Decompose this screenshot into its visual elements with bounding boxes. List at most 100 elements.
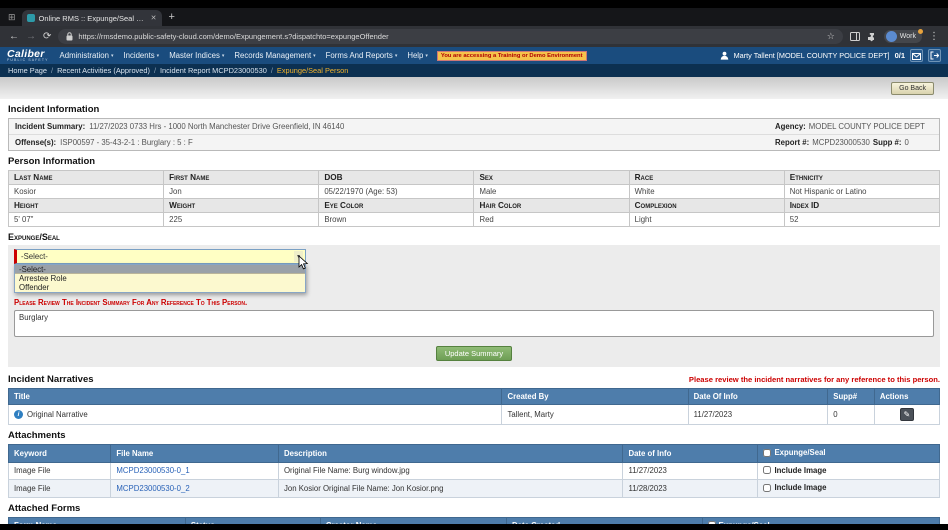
narratives-table: Title Created By Date Of Info Supp# Acti… bbox=[8, 388, 940, 425]
breadcrumb-incident-report[interactable]: Incident Report MCPD23000530 bbox=[160, 66, 267, 75]
breadcrumb-current-page: Expunge/Seal Person bbox=[277, 66, 349, 75]
person-field-label: Height bbox=[9, 199, 164, 213]
col-date-of-info[interactable]: Date Of Info bbox=[688, 389, 828, 405]
summary-review-warning: Please Review The Incident Summary For A… bbox=[14, 298, 934, 307]
notification-dot bbox=[918, 29, 923, 34]
logout-button[interactable] bbox=[928, 49, 941, 62]
role-select-dropdown: -Select- Arrestee Role Offender bbox=[14, 264, 306, 293]
person-field-label: Weight bbox=[164, 199, 319, 213]
person-hair-color: Red bbox=[474, 213, 629, 227]
window-titlebar bbox=[0, 0, 948, 8]
caret-down-icon[interactable]: ▾ bbox=[294, 251, 303, 262]
forward-button[interactable]: → bbox=[26, 32, 36, 42]
browser-menu-icon[interactable]: ⋮ bbox=[929, 32, 939, 42]
include-image-checkbox[interactable] bbox=[763, 484, 771, 492]
attachment-date-of-info: 11/28/2023 bbox=[623, 480, 758, 498]
col-date-of-info[interactable]: Date of Info bbox=[623, 445, 758, 463]
incident-information-heading: Incident Information bbox=[8, 104, 940, 115]
tab-close-icon[interactable]: ✕ bbox=[151, 14, 157, 22]
extensions-puzzle-icon[interactable] bbox=[867, 32, 877, 42]
menu-help[interactable]: Help▾ bbox=[407, 51, 428, 60]
back-button[interactable]: ← bbox=[9, 32, 19, 42]
incident-summary-label: Incident Summary: bbox=[15, 122, 85, 131]
tab-strip: ⊞ Online RMS :: Expunge/Seal Offe... ✕ + bbox=[0, 8, 948, 26]
person-field-label: Complexion bbox=[629, 199, 784, 213]
breadcrumb-home-page[interactable]: Home Page bbox=[8, 66, 47, 75]
logout-icon bbox=[930, 48, 939, 63]
menu-label: Forms And Reports bbox=[326, 51, 393, 60]
bookmark-star-icon[interactable]: ☆ bbox=[827, 31, 835, 42]
person-field-label: First Name bbox=[164, 171, 319, 185]
profile-chip[interactable]: Work bbox=[884, 30, 922, 43]
col-supp[interactable]: Supp# bbox=[828, 389, 875, 405]
menu-label: Incidents bbox=[123, 51, 154, 60]
option-offender[interactable]: Offender bbox=[15, 283, 305, 292]
incident-summary-textarea[interactable]: Burglary bbox=[14, 310, 934, 337]
person-complexion: Light bbox=[629, 213, 784, 227]
offense-row: Offense(s): ISP00597 - 35-43-2-1 : Burgl… bbox=[9, 134, 939, 150]
col-creator-name[interactable]: Creator Name bbox=[320, 517, 506, 524]
browser-tab[interactable]: Online RMS :: Expunge/Seal Offe... ✕ bbox=[22, 10, 162, 26]
breadcrumb-separator: / bbox=[271, 66, 273, 75]
browser-window: ⊞ Online RMS :: Expunge/Seal Offe... ✕ +… bbox=[0, 0, 948, 530]
col-title[interactable]: Title bbox=[9, 389, 502, 405]
option-select[interactable]: -Select- bbox=[15, 265, 305, 274]
caret-down-icon: ▾ bbox=[395, 53, 398, 59]
menu-administration[interactable]: Administration▾ bbox=[60, 51, 114, 60]
tab-search-icon[interactable]: ⊞ bbox=[8, 9, 16, 25]
col-actions: Actions bbox=[874, 389, 939, 405]
report-number-value: MCPD23000530 bbox=[812, 138, 870, 147]
offense-value: ISP00597 - 35-43-2-1 : Burglary : 5 : F bbox=[60, 138, 193, 147]
menu-forms-and-reports[interactable]: Forms And Reports▾ bbox=[326, 51, 398, 60]
web-page: Caliber PUBLIC SAFETY Administration▾ In… bbox=[0, 47, 948, 524]
approval-counter[interactable]: 0/1 bbox=[895, 51, 905, 60]
person-ethnicity: Not Hispanic or Latino bbox=[784, 185, 939, 199]
menu-label: Master Indices bbox=[169, 51, 220, 60]
new-tab-button[interactable]: + bbox=[169, 10, 175, 24]
go-back-button[interactable]: Go Back bbox=[891, 82, 934, 95]
col-description[interactable]: Description bbox=[278, 445, 622, 463]
col-date-created[interactable]: Date Created bbox=[507, 517, 703, 524]
attached-forms-heading: Attached Forms bbox=[8, 503, 940, 514]
messages-button[interactable] bbox=[910, 49, 923, 62]
tab-title: Online RMS :: Expunge/Seal Offe... bbox=[39, 14, 147, 23]
logged-in-user[interactable]: Marty Tallent [MODEL COUNTY POLICE DEPT] bbox=[734, 51, 890, 60]
attachments-table: Keyword File Name Description Date of In… bbox=[8, 444, 940, 498]
address-bar[interactable]: https://rmsdemo.public-safety-cloud.com/… bbox=[58, 29, 842, 44]
role-select[interactable]: -Select- ▾ bbox=[14, 249, 306, 264]
col-file-name[interactable]: File Name bbox=[111, 445, 279, 463]
menu-records-management[interactable]: Records Management▾ bbox=[234, 51, 315, 60]
include-image-label: Include Image bbox=[774, 466, 826, 475]
info-icon[interactable]: i bbox=[14, 410, 23, 419]
window-bottom-edge bbox=[0, 524, 948, 530]
person-field-label: Last Name bbox=[9, 171, 164, 185]
include-image-checkbox[interactable] bbox=[763, 466, 771, 474]
person-race: White bbox=[629, 185, 784, 199]
person-eye-color: Brown bbox=[319, 213, 474, 227]
caliber-logo[interactable]: Caliber PUBLIC SAFETY bbox=[7, 49, 49, 63]
col-form-name[interactable]: Form Name bbox=[9, 517, 186, 524]
expunge-all-attachments-checkbox[interactable] bbox=[763, 449, 771, 457]
person-field-label: Ethnicity bbox=[784, 171, 939, 185]
attachment-file-link[interactable]: MCPD23000530-0_2 bbox=[116, 484, 189, 493]
col-status[interactable]: Status bbox=[185, 517, 320, 524]
col-created-by[interactable]: Created By bbox=[502, 389, 688, 405]
refresh-button[interactable]: ⟳ bbox=[43, 32, 51, 42]
user-cluster: Marty Tallent [MODEL COUNTY POLICE DEPT]… bbox=[720, 49, 941, 62]
pencil-icon: ✎ bbox=[904, 411, 911, 419]
profile-name: Work bbox=[900, 33, 916, 40]
menu-master-indices[interactable]: Master Indices▾ bbox=[169, 51, 224, 60]
option-arrestee-role[interactable]: Arrestee Role bbox=[15, 274, 305, 283]
person-height: 5' 07" bbox=[9, 213, 164, 227]
side-panel-icon[interactable] bbox=[850, 32, 860, 41]
col-keyword[interactable]: Keyword bbox=[9, 445, 111, 463]
update-summary-button[interactable]: Update Summary bbox=[436, 346, 512, 361]
browser-toolbar: ← → ⟳ https://rmsdemo.public-safety-clou… bbox=[0, 26, 948, 47]
supp-number-label: Supp #: bbox=[873, 138, 902, 147]
person-first-name: Jon bbox=[164, 185, 319, 199]
attachment-file-link[interactable]: MCPD23000530-0_1 bbox=[116, 466, 189, 475]
breadcrumb-recent-activities[interactable]: Recent Activities (Approved) bbox=[57, 66, 150, 75]
menu-incidents[interactable]: Incidents▾ bbox=[123, 51, 159, 60]
page-action-strip: Go Back bbox=[0, 77, 948, 99]
edit-narrative-button[interactable]: ✎ bbox=[900, 408, 914, 421]
